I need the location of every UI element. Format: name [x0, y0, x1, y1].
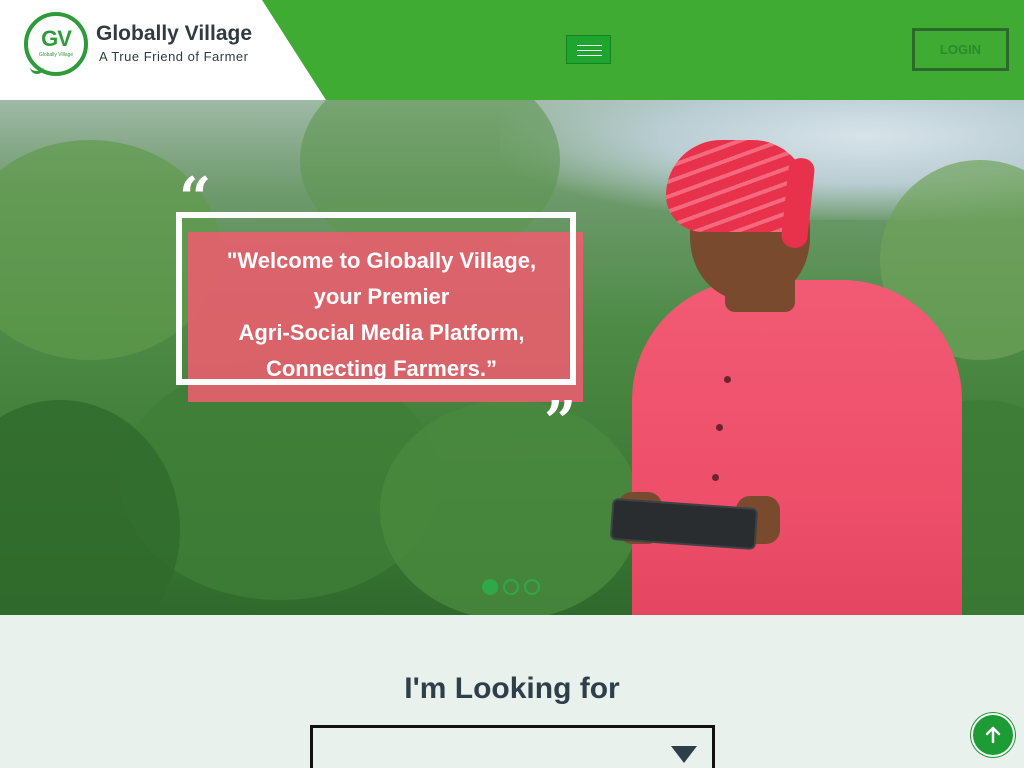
looking-for-select[interactable] [310, 725, 715, 768]
quote-line: "Welcome to Globally Village, [226, 248, 537, 273]
quote-line: your Premier [313, 284, 450, 309]
brand-tagline: A True Friend of Farmer [99, 49, 249, 64]
looking-for-heading: I'm Looking for [404, 672, 620, 705]
brand-name[interactable]: Globally Village [96, 22, 252, 46]
slider-dot-1[interactable] [482, 579, 498, 595]
slider-dot-2[interactable] [503, 579, 519, 595]
quote-close-icon: ” [544, 389, 577, 455]
hero-slider: “ "Welcome to Globally Village, your Pre… [0, 100, 1024, 615]
hero-quote: "Welcome to Globally Village, your Premi… [188, 243, 575, 387]
logo-initials: GV [41, 26, 72, 51]
quote-line: Connecting Farmers.” [265, 356, 498, 381]
quote-line: Agri-Social Media Platform, [238, 320, 525, 345]
site-header: GV Globally Village Globally Village A T… [0, 0, 1024, 100]
scroll-to-top-button[interactable] [971, 713, 1015, 757]
login-button[interactable]: LOGIN [912, 28, 1009, 71]
slider-dot-3[interactable] [524, 579, 540, 595]
logo-small-text: Globally Village [38, 52, 74, 58]
hamburger-icon [577, 45, 602, 46]
logo-panel[interactable]: GV Globally Village Globally Village A T… [0, 0, 326, 100]
arrow-up-icon [985, 726, 1001, 744]
chevron-down-icon [671, 746, 697, 763]
menu-toggle-button[interactable] [566, 35, 611, 64]
